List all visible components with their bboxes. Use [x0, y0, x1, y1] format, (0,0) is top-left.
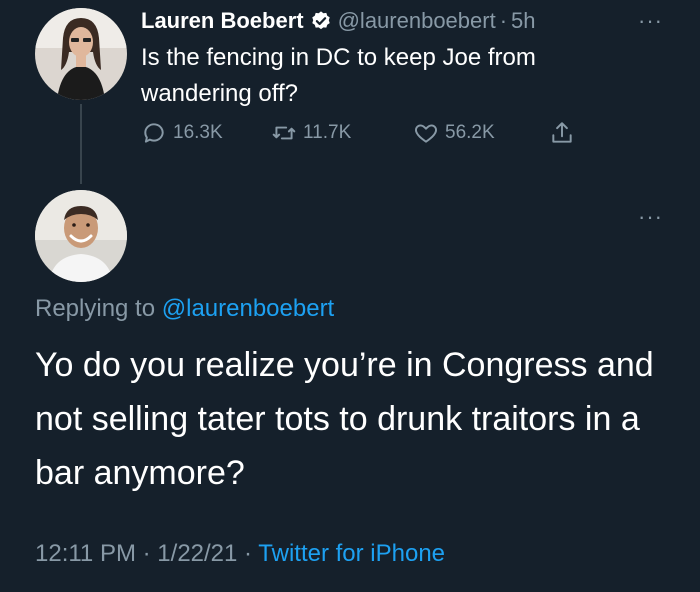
like-button[interactable]: 56.2K — [413, 120, 495, 146]
author-handle[interactable]: @laurenboebert — [338, 8, 496, 34]
tweet2-text: Yo do you realize you’re in Congress and… — [35, 346, 654, 492]
separator-dot: · — [499, 8, 508, 33]
more-icon[interactable]: ··· — [638, 8, 663, 34]
replying-to: Replying to @laurenboebert — [35, 295, 334, 323]
avatar-reply-author[interactable] — [35, 190, 127, 282]
tweet1-actions: 16.3K 11.7K 56.2K — [141, 120, 601, 150]
reply-button[interactable]: 16.3K — [141, 120, 223, 146]
replying-prefix: Replying to — [35, 295, 156, 322]
reply-count: 16.3K — [173, 122, 223, 143]
separator-dot: · — [244, 540, 253, 567]
separator-dot: · — [142, 540, 151, 567]
tweet1-text: Is the fencing in DC to keep Joe from wa… — [141, 44, 536, 107]
avatar-image — [35, 190, 127, 282]
retweet-count: 11.7K — [303, 122, 352, 143]
verified-badge-icon — [311, 11, 330, 30]
thread-connector-line — [80, 104, 82, 184]
retweet-icon — [272, 126, 296, 140]
more-icon[interactable]: ··· — [638, 204, 663, 230]
author-name[interactable]: Lauren Boebert — [141, 8, 304, 34]
avatar-image — [35, 8, 127, 100]
tweet-date[interactable]: 1/22/21 — [157, 540, 237, 567]
tweet-meta: 12:11 PM · 1/22/21 · Twitter for iPhone — [35, 540, 445, 568]
like-count: 56.2K — [445, 122, 495, 143]
tweet-source[interactable]: Twitter for iPhone — [258, 540, 445, 567]
retweet-button[interactable]: 11.7K — [271, 120, 351, 146]
tweet-time[interactable]: 12:11 PM — [35, 540, 136, 567]
avatar-lauren-boebert[interactable] — [35, 8, 127, 100]
replying-to-handle[interactable]: @laurenboebert — [162, 295, 334, 322]
tweet1-header: Lauren Boebert @laurenboebert · 5h — [141, 8, 536, 34]
share-button[interactable] — [549, 120, 581, 146]
tweet-time[interactable]: 5h — [511, 8, 535, 34]
share-icon — [552, 122, 572, 143]
reply-icon — [144, 123, 164, 143]
like-icon — [415, 124, 437, 143]
